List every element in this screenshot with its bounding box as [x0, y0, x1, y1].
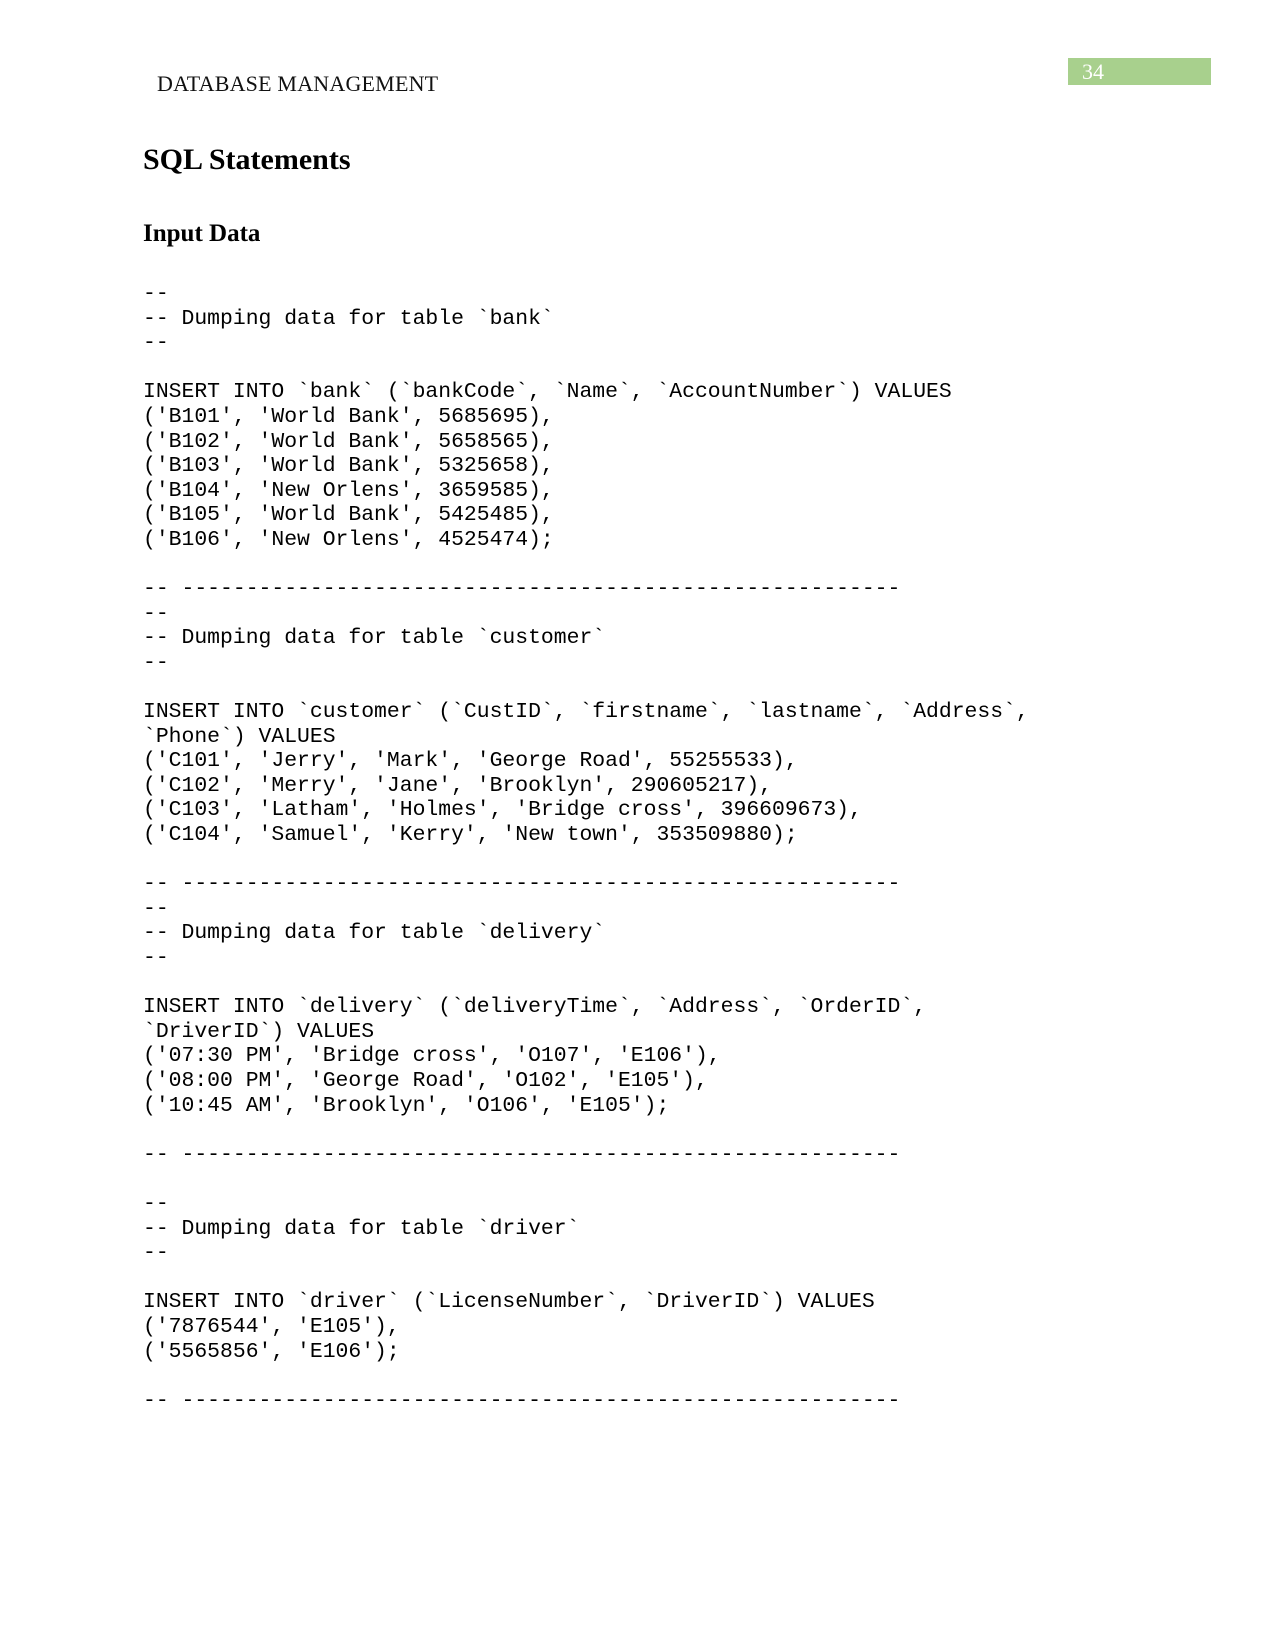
section-heading: SQL Statements — [143, 143, 351, 176]
page-number: 34 — [1082, 59, 1104, 84]
code-line: -- Dumping data for table `driver` — [143, 1216, 580, 1241]
code-line: ('7876544', 'E105'), — [143, 1314, 400, 1339]
code-line: -- — [143, 650, 169, 675]
code-line: ('07:30 PM', 'Bridge cross', 'O107', 'E1… — [143, 1044, 721, 1069]
code-line: INSERT INTO `bank` (`bankCode`, `Name`, … — [143, 380, 952, 405]
code-line: INSERT INTO `driver` (`LicenseNumber`, `… — [143, 1290, 875, 1315]
code-line: ('B103', 'World Bank', 5325658), — [143, 454, 554, 479]
code-line: ('B105', 'World Bank', 5425485), — [143, 503, 554, 528]
code-line: -- Dumping data for table `customer` — [143, 626, 606, 651]
code-line: ('C104', 'Samuel', 'Kerry', 'New town', … — [143, 823, 798, 848]
code-line: ('08:00 PM', 'George Road', 'O102', 'E10… — [143, 1069, 708, 1093]
code-line: ('B102', 'World Bank', 5658565), — [143, 429, 554, 454]
code-line: -- Dumping data for table `bank` — [143, 306, 554, 331]
code-line: ('C102', 'Merry', 'Jane', 'Brooklyn', 29… — [143, 773, 772, 798]
code-line: -- — [143, 1191, 169, 1216]
code-line: -- -------------------------------------… — [143, 872, 901, 897]
code-line: -- -------------------------------------… — [143, 1142, 901, 1167]
code-line: ('B104', 'New Orlens', 3659585), — [143, 478, 554, 503]
code-line: -- — [143, 601, 169, 626]
code-line: -- — [143, 946, 169, 971]
code-line: -- -------------------------------------… — [143, 1388, 901, 1413]
page-number-badge: 34 — [1068, 58, 1211, 85]
code-line: INSERT INTO `customer` (`CustID`, `first… — [143, 700, 1029, 725]
code-line: -- -------------------------------------… — [143, 577, 901, 602]
code-line: ('B101', 'World Bank', 5685695), — [143, 404, 554, 429]
code-line: ('10:45 AM', 'Brooklyn', 'O106', 'E105')… — [143, 1093, 670, 1118]
code-line: -- — [143, 331, 169, 356]
sql-code-block: -- -- Dumping data for table `bank` -- INSE… — [143, 282, 1029, 1413]
code-line: ('5565856', 'E106'); — [143, 1339, 400, 1364]
code-line: ('B106', 'New Orlens', 4525474); — [143, 527, 554, 552]
code-line: ('C101', 'Jerry', 'Mark', 'George Road',… — [143, 749, 798, 774]
code-line: -- — [143, 896, 169, 921]
code-line: -- — [143, 1241, 169, 1266]
running-header: DATABASE MANAGEMENT — [157, 71, 439, 96]
code-line: `Phone`) VALUES — [143, 724, 336, 749]
code-line: INSERT INTO `delivery` (`deliveryTime`, … — [143, 995, 927, 1020]
code-line: ('C103', 'Latham', 'Holmes', 'Bridge cro… — [143, 798, 862, 823]
code-line: -- Dumping data for table `delivery` — [143, 921, 606, 946]
code-line: -- — [143, 282, 169, 306]
subsection-heading: Input Data — [143, 220, 261, 247]
code-line: `DriverID`) VALUES — [143, 1019, 375, 1044]
